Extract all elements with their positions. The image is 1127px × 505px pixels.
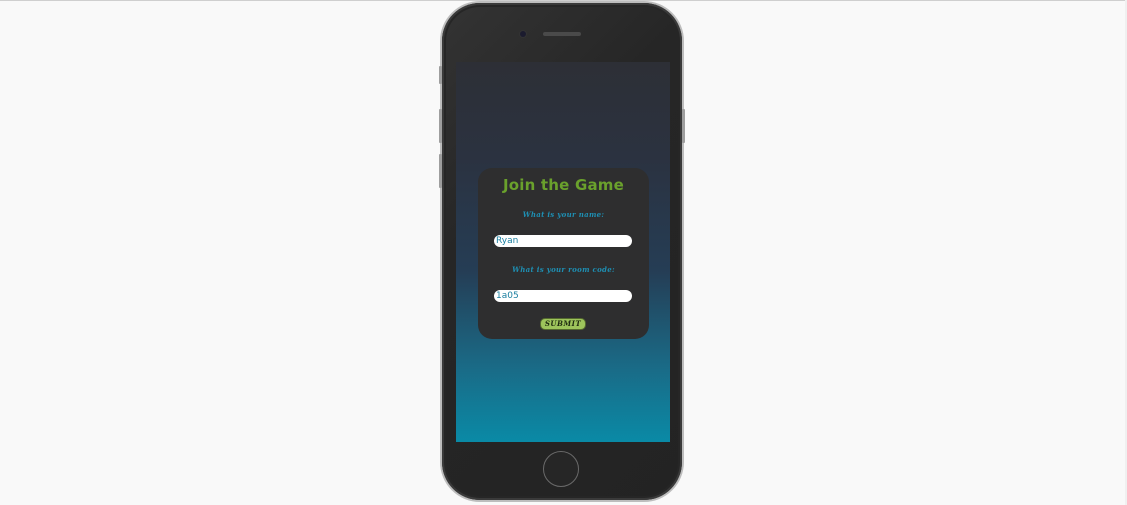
front-camera-icon xyxy=(520,31,526,37)
earpiece-speaker xyxy=(543,32,581,36)
home-button xyxy=(543,451,579,487)
submit-button[interactable]: SUBMIT xyxy=(540,318,586,330)
page-top-border xyxy=(0,0,1127,1)
room-code-label: What is your room code: xyxy=(512,265,615,274)
volume-up-button xyxy=(439,109,442,143)
phone-screen: Join the Game What is your name: What is… xyxy=(456,62,670,442)
phone-frame: Join the Game What is your name: What is… xyxy=(439,3,685,500)
room-code-input[interactable] xyxy=(494,290,632,302)
mute-switch xyxy=(439,66,442,84)
name-label: What is your name: xyxy=(522,210,605,219)
name-input[interactable] xyxy=(494,235,632,247)
power-button xyxy=(682,109,685,143)
join-game-card: Join the Game What is your name: What is… xyxy=(478,168,649,339)
volume-down-button xyxy=(439,154,442,188)
page-title: Join the Game xyxy=(502,176,624,194)
